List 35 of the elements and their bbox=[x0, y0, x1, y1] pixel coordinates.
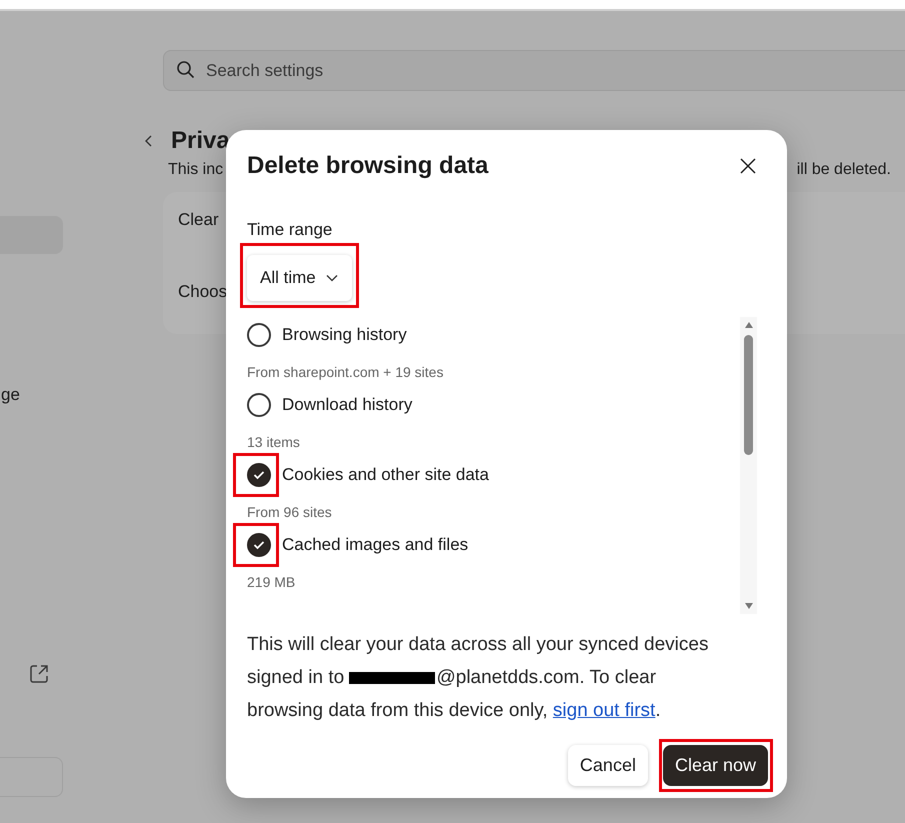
checkbox[interactable] bbox=[247, 533, 271, 557]
option-detail: From 96 sites bbox=[247, 504, 333, 520]
search-field[interactable]: Search settings bbox=[163, 50, 905, 91]
option-label: Download history bbox=[282, 395, 412, 415]
option-label: Cookies and other site data bbox=[282, 465, 489, 485]
scrollbar-thumb[interactable] bbox=[744, 335, 753, 455]
page-title: Priva bbox=[171, 127, 230, 155]
option-detail: From sharepoint.com + 19 sites bbox=[247, 364, 444, 380]
option-label: Cached images and files bbox=[282, 535, 468, 555]
card-row-label: Choos bbox=[178, 282, 228, 302]
card-row-label: Clear bbox=[178, 210, 219, 230]
sidebar-item[interactable]: ge bbox=[0, 376, 20, 414]
caret-icon bbox=[326, 274, 338, 282]
time-range-dropdown[interactable]: All time bbox=[247, 255, 352, 301]
time-range-label: Time range bbox=[247, 220, 334, 240]
close-icon[interactable] bbox=[739, 157, 757, 175]
external-link-icon[interactable] bbox=[29, 664, 49, 684]
checkbox[interactable] bbox=[247, 393, 271, 417]
checkbox[interactable] bbox=[247, 463, 271, 487]
scrollbar[interactable] bbox=[740, 317, 757, 614]
checkbox[interactable] bbox=[247, 323, 271, 347]
option-label: Browsing history bbox=[282, 325, 407, 345]
checkmark-icon bbox=[253, 540, 265, 550]
clear-now-button[interactable]: Clear now bbox=[662, 745, 768, 786]
scroll-down-icon[interactable] bbox=[744, 602, 754, 610]
sync-notice: This will clear your data across all your synced devices signed in to @planetdds.com. To clear browsing data from this device only, sign out first. bbox=[247, 633, 710, 723]
option-detail: 13 items bbox=[247, 434, 301, 450]
scroll-up-icon[interactable] bbox=[744, 321, 754, 329]
cancel-button[interactable]: Cancel bbox=[568, 745, 648, 786]
page-description: This inc bbox=[168, 161, 224, 179]
checkmark-icon bbox=[253, 470, 265, 480]
option-detail: 219 MB bbox=[247, 574, 296, 590]
dialog-title: Delete browsing data bbox=[247, 152, 488, 180]
page-description: ill be deleted. bbox=[796, 161, 891, 179]
sign-out-link[interactable]: sign out first bbox=[552, 700, 656, 721]
